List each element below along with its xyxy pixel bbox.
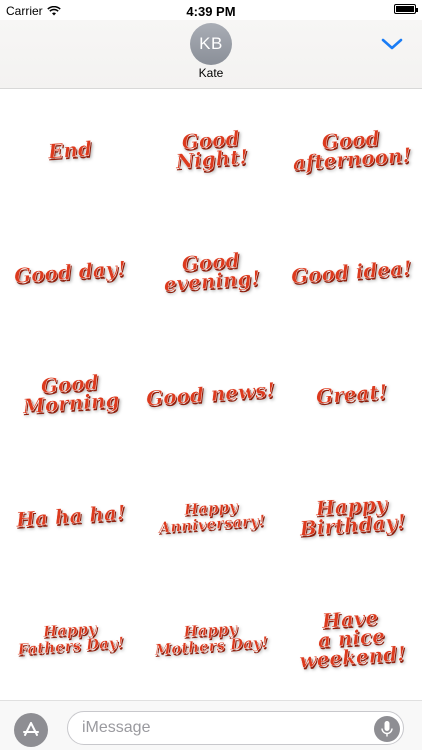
status-right: [394, 4, 418, 14]
sticker-great[interactable]: Great!: [281, 333, 422, 455]
contact-name[interactable]: Kate: [0, 66, 422, 80]
conversation-header: KB Kate: [0, 20, 422, 89]
app-store-button[interactable]: [14, 713, 48, 747]
sticker-label: Good afternoon!: [292, 126, 413, 176]
avatar[interactable]: KB: [190, 23, 232, 65]
sticker-good-news[interactable]: Good news!: [141, 333, 282, 455]
sticker-label: Good news!: [145, 377, 277, 410]
sticker-label: Have a nice weekend!: [298, 604, 407, 673]
sticker-label: End: [47, 136, 93, 163]
chevron-down-icon: [381, 38, 403, 50]
sticker-have-a-nice-weekend[interactable]: Have a nice weekend!: [281, 577, 422, 699]
sticker-good-night[interactable]: Good Night!: [141, 89, 282, 211]
sticker-grid: End Good Night! Good afternoon! Good day…: [0, 89, 422, 699]
sticker-happy-fathers-day[interactable]: Happy Fathers Day!: [0, 577, 141, 699]
message-input[interactable]: iMessage: [67, 711, 404, 745]
sticker-good-idea[interactable]: Good idea!: [281, 211, 422, 333]
sticker-label: Good evening!: [162, 248, 261, 297]
dictation-button[interactable]: [374, 716, 400, 742]
sticker-good-day[interactable]: Good day!: [0, 211, 141, 333]
sticker-good-morning[interactable]: Good Morning: [0, 333, 141, 455]
status-bar: Carrier 4:39 PM: [0, 0, 422, 20]
message-input-bar: iMessage: [0, 700, 422, 750]
sticker-label: Happy Birthday!: [298, 491, 407, 541]
sticker-happy-birthday[interactable]: Happy Birthday!: [281, 455, 422, 577]
sticker-happy-anniversary[interactable]: Happy Anniversary!: [141, 455, 282, 577]
sticker-label: Happy Mothers Day!: [154, 619, 269, 659]
sticker-good-afternoon[interactable]: Good afternoon!: [281, 89, 422, 211]
sticker-ha-ha-ha[interactable]: Ha ha ha!: [0, 455, 141, 577]
sticker-label: Happy Fathers Day!: [17, 619, 125, 659]
sticker-good-evening[interactable]: Good evening!: [141, 211, 282, 333]
message-placeholder: iMessage: [82, 719, 151, 736]
status-time: 4:39 PM: [186, 4, 236, 19]
app-store-icon: [23, 722, 39, 736]
sticker-label: Ha ha ha!: [14, 499, 126, 532]
imessage-sticker-screen: Carrier 4:39 PM KB Kate End Good Night! …: [0, 0, 422, 750]
sticker-label: Good idea!: [290, 255, 413, 288]
collapse-button[interactable]: [378, 34, 406, 54]
sticker-label: Good Morning: [21, 370, 121, 419]
sticker-end[interactable]: End: [0, 89, 141, 211]
sticker-label: Happy Anniversary!: [157, 497, 266, 537]
sticker-label: Great!: [315, 379, 389, 408]
sticker-label: Good Night!: [174, 126, 249, 174]
microphone-icon: [381, 721, 393, 737]
sticker-happy-mothers-day[interactable]: Happy Mothers Day!: [141, 577, 282, 699]
sticker-label: Good day!: [13, 255, 128, 288]
battery-icon: [394, 4, 418, 14]
battery-level: [396, 6, 414, 12]
